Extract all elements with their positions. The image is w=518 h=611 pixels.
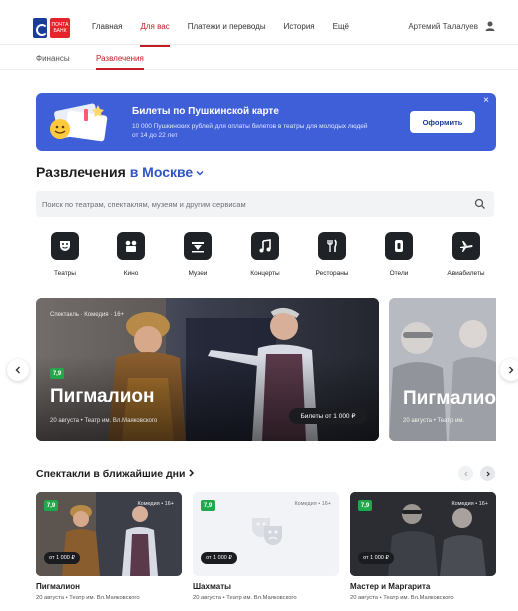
banner-title: Билеты по Пушкинской карте — [132, 106, 279, 117]
carousel-prev-button[interactable] — [7, 359, 29, 381]
upcoming-prev-button[interactable] — [458, 466, 473, 481]
category-theaters[interactable]: Театры — [35, 232, 95, 277]
category-flights[interactable]: Авиабилеты — [436, 232, 496, 277]
hero-tag: Спектакль · Комедия · 16+ — [50, 312, 125, 318]
price-badge: от 1 000 ₽ — [201, 552, 237, 564]
hero-next-title: Пигмалион — [403, 388, 496, 409]
theater-icon — [51, 232, 79, 260]
hero-title: Пигмалион — [50, 386, 155, 407]
user-menu[interactable]: Артемий Талалуев — [408, 20, 496, 32]
chevron-down-icon — [196, 171, 204, 176]
hero-event-card-next[interactable]: Пигмалион 20 августа • Театр им. — [389, 298, 496, 441]
chevron-left-icon — [463, 471, 467, 476]
logo-emblem-icon — [33, 18, 48, 38]
chevron-left-icon — [15, 366, 20, 374]
search-bar — [36, 191, 494, 217]
rating-badge: 7,9 — [201, 500, 215, 511]
museum-icon — [184, 232, 212, 260]
subnav-tab-finance[interactable]: Финансы — [36, 54, 70, 63]
hero-next-subtitle: 20 августа • Театр им. — [403, 418, 465, 424]
hero-subtitle: 20 августа • Театр им. Вл.Маяковского — [50, 418, 158, 424]
logo-wordmark: ПОЧТА БАНК — [50, 18, 70, 38]
close-icon[interactable]: × — [481, 96, 491, 106]
theater-masks-icon — [252, 518, 282, 545]
price-badge: от 1 000 ₽ — [358, 552, 394, 564]
buy-tickets-button[interactable]: Билеты от 1 000 ₽ — [289, 408, 367, 424]
category-hotels[interactable]: Отели — [369, 232, 429, 277]
banner-text: 10 000 Пушкинских рублей для оплаты биле… — [132, 123, 368, 139]
rating-badge: 7,9 — [44, 500, 58, 511]
category-cinema[interactable]: Кино — [101, 232, 161, 277]
genre-label: Комедия • 16+ — [451, 501, 488, 507]
page-title: Развлечения в Москве — [36, 164, 204, 180]
genre-label: Комедия • 16+ — [294, 501, 331, 507]
sub-navigation: Финансы Развлечения — [0, 44, 518, 70]
category-label: Рестораны — [315, 270, 349, 277]
rating-badge: 7,9 — [50, 368, 64, 379]
category-label: Кино — [123, 270, 139, 277]
city-name: в Москве — [129, 164, 194, 180]
nav-item-for-you[interactable]: Для вас — [140, 22, 170, 47]
chevron-right-icon — [486, 471, 490, 476]
category-label: Музеи — [188, 270, 208, 277]
bank-logo[interactable]: ПОЧТА БАНК — [33, 17, 73, 39]
upcoming-next-button[interactable] — [480, 466, 495, 481]
apply-button[interactable]: Оформить — [410, 111, 475, 133]
category-label: Авиабилеты — [447, 270, 485, 277]
rating-badge: 7,9 — [358, 500, 372, 511]
airplane-icon — [452, 232, 480, 260]
top-header: ПОЧТА БАНК Главная Для вас Платежи и пер… — [0, 0, 518, 47]
category-label: Концерты — [250, 270, 280, 277]
music-note-icon — [251, 232, 279, 260]
event-card[interactable]: 7,9 Комедия • 16+ от 1 000 ₽ — [350, 492, 496, 576]
nav-item-history[interactable]: История — [284, 22, 315, 37]
upcoming-title-text: Спектакли в ближайшие дни — [36, 468, 186, 480]
event-venue: 20 августа • Театр им. Вл.Маяковского — [193, 595, 297, 601]
event-card[interactable]: 7,9 Комедия • 16+ от 1 000 ₽ — [36, 492, 182, 576]
main-nav: Главная Для вас Платежи и переводы Истор… — [92, 22, 367, 47]
event-title[interactable]: Шахматы — [193, 582, 231, 591]
event-venue: 20 августа • Театр им. Вл.Маяковского — [350, 595, 454, 601]
event-title[interactable]: Мастер и Маргарита — [350, 582, 430, 591]
nav-item-payments[interactable]: Платежи и переводы — [188, 22, 266, 37]
event-title[interactable]: Пигмалион — [36, 582, 80, 591]
event-venue: 20 августа • Театр им. Вл.Маяковского — [36, 595, 140, 601]
category-label: Отели — [389, 270, 409, 277]
chevron-right-icon — [189, 469, 195, 477]
event-card[interactable]: 7,9 Комедия • 16+ от 1 000 ₽ — [193, 492, 339, 576]
genre-label: Комедия • 16+ — [137, 501, 174, 507]
carousel-next-button[interactable] — [500, 359, 518, 381]
hero-event-card[interactable]: Спектакль · Комедия · 16+ 7,9 Пигмалион … — [36, 298, 379, 441]
category-label: Театры — [54, 270, 76, 277]
pushkin-card-illustration-icon — [50, 103, 108, 142]
nav-item-home[interactable]: Главная — [92, 22, 122, 37]
city-selector[interactable]: в Москве — [130, 164, 205, 180]
subnav-tab-entertainment[interactable]: Развлечения — [96, 54, 144, 70]
nav-item-more[interactable]: Ещё — [333, 22, 349, 37]
category-museums[interactable]: Музеи — [168, 232, 228, 277]
user-name: Артемий Талалуев — [408, 21, 478, 31]
price-badge: от 1 000 ₽ — [44, 552, 80, 564]
chevron-right-icon — [509, 366, 514, 374]
category-concerts[interactable]: Концерты — [235, 232, 295, 277]
page-title-prefix: Развлечения — [36, 164, 126, 180]
upcoming-section-title[interactable]: Спектакли в ближайшие дни — [36, 468, 195, 480]
category-list: Театры Кино Музеи Концерты Рестораны Оте… — [36, 232, 496, 280]
cinema-icon — [117, 232, 145, 260]
hotel-icon — [385, 232, 413, 260]
user-avatar-icon — [485, 21, 495, 31]
search-input[interactable] — [42, 197, 462, 211]
fork-knife-icon — [318, 232, 346, 260]
search-icon[interactable] — [474, 198, 486, 210]
category-restaurants[interactable]: Рестораны — [302, 232, 362, 277]
